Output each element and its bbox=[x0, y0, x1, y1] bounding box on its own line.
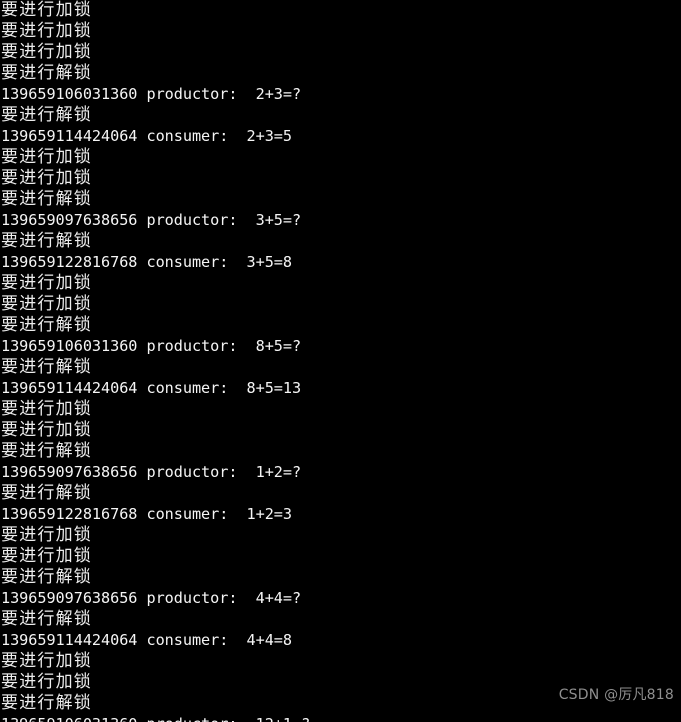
terminal-line-log: 139659122816768 consumer: 1+2=3 bbox=[1, 505, 292, 523]
terminal-line-message: 要进行加锁 bbox=[1, 0, 92, 20]
terminal-line-message: 要进行加锁 bbox=[1, 273, 92, 293]
terminal-line-log: 139659106031360 productor: 2+3=? bbox=[1, 85, 302, 103]
terminal-line-message: 要进行加锁 bbox=[1, 168, 92, 188]
terminal-line-message: 要进行解锁 bbox=[1, 609, 92, 629]
terminal-line-message: 要进行加锁 bbox=[1, 21, 92, 41]
terminal-line-message: 要进行加锁 bbox=[1, 147, 92, 167]
terminal-line-message: 要进行加锁 bbox=[1, 399, 92, 419]
terminal-line-message: 要进行解锁 bbox=[1, 315, 92, 335]
terminal-line-message: 要进行解锁 bbox=[1, 105, 92, 125]
terminal-line-message: 要进行解锁 bbox=[1, 567, 92, 587]
terminal-line-message: 要进行解锁 bbox=[1, 63, 92, 83]
csdn-watermark: CSDN @厉凡818 bbox=[558, 687, 674, 703]
terminal-line-log: 139659122816768 consumer: 3+5=8 bbox=[1, 253, 292, 271]
terminal-line-log: 139659114424064 consumer: 8+5=13 bbox=[1, 379, 302, 397]
terminal-line-message: 要进行加锁 bbox=[1, 546, 92, 566]
terminal-line-message: 要进行解锁 bbox=[1, 441, 92, 461]
terminal-line-log: 139659106031360 productor: 8+5=? bbox=[1, 337, 302, 355]
terminal-line-log: 139659114424064 consumer: 2+3=5 bbox=[1, 127, 292, 145]
terminal-line-message: 要进行解锁 bbox=[1, 357, 92, 377]
terminal-line-log: 139659097638656 productor: 3+5=? bbox=[1, 211, 302, 229]
terminal-line-message: 要进行加锁 bbox=[1, 525, 92, 545]
terminal-line-message: 要进行加锁 bbox=[1, 420, 92, 440]
terminal-output[interactable]: 要进行加锁 要进行加锁 要进行加锁 要进行解锁 139659106031360 prod… bbox=[0, 0, 681, 722]
terminal-line-message: 要进行解锁 bbox=[1, 231, 92, 251]
terminal-line-log: 139659106031360 productor: 12+1=? bbox=[0, 714, 681, 722]
terminal-line-log: 139659097638656 productor: 4+4=? bbox=[1, 589, 302, 607]
terminal-line-message: 要进行加锁 bbox=[1, 651, 92, 671]
terminal-line-log: 139659114424064 consumer: 4+4=8 bbox=[1, 631, 292, 649]
terminal-line-log: 139659097638656 productor: 1+2=? bbox=[1, 463, 302, 481]
terminal-line-message: 要进行加锁 bbox=[1, 42, 92, 62]
terminal-line-message: 要进行解锁 bbox=[1, 189, 92, 209]
terminal-window: 要进行加锁 要进行加锁 要进行加锁 要进行解锁 139659106031360 prod… bbox=[0, 0, 681, 722]
terminal-line-message: 要进行加锁 bbox=[1, 294, 92, 314]
terminal-line-message: 要进行解锁 bbox=[1, 483, 92, 503]
